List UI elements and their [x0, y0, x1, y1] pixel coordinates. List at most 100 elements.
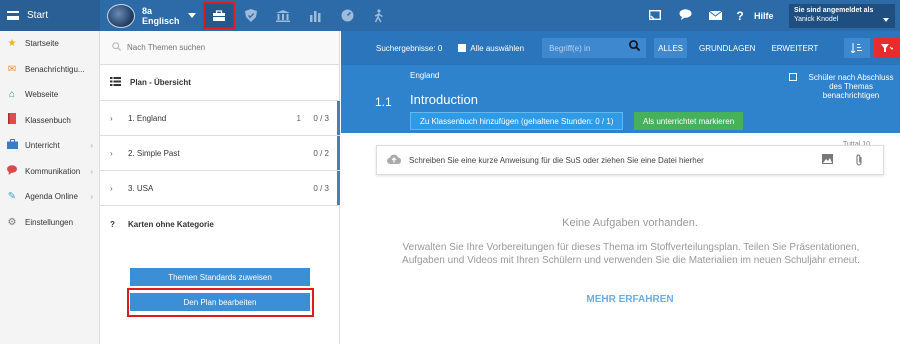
term-search-field[interactable]: Begriff(e) in [542, 38, 647, 58]
chevron-right-icon: › [110, 183, 113, 193]
sidebar-item-benachrichtigungen[interactable]: ✉ Benachrichtigu... [0, 57, 99, 83]
chat-icon[interactable] [670, 8, 700, 23]
chevron-right-icon: › [90, 192, 93, 202]
question-icon: ? [110, 219, 115, 229]
start-label: Start [27, 10, 49, 21]
class-subject: Englisch [142, 15, 180, 26]
notify-students[interactable]: Schüler nach Abschluss des Themas benach… [789, 73, 897, 100]
start-menu-button[interactable]: Start [0, 0, 100, 31]
sidebar-item-klassenbuch[interactable]: Klassenbuch [0, 108, 99, 134]
hamburger-icon[interactable] [7, 11, 19, 20]
topic-item[interactable]: › 2. Simple Past 0 / 2 [100, 136, 340, 171]
sidebar-item-unterricht[interactable]: Unterricht › [0, 133, 99, 159]
user-status: Sie sind angemeldet als [794, 7, 874, 14]
home-icon: ⌂ [8, 89, 16, 101]
topic-selected-indicator [337, 101, 340, 135]
empty-state-title: Keine Aufgaben vorhanden. [562, 217, 698, 229]
topic-label: 2. Simple Past [128, 148, 180, 158]
learn-more-link[interactable]: MEHR ERFAHREN [376, 294, 884, 305]
class-selector[interactable]: 8a Englisch [107, 3, 196, 28]
topic-title: Introduction [410, 92, 478, 107]
mail-icon: ✉ [7, 63, 17, 75]
user-name: Yanick Knodel [794, 16, 839, 23]
sidebar-item-startseite[interactable]: ★ Startseite [0, 31, 99, 57]
select-all-checkbox[interactable] [458, 44, 467, 52]
list-icon [110, 76, 121, 89]
image-icon[interactable] [822, 154, 833, 169]
term-search-placeholder: Begriff(e) in [549, 43, 591, 53]
filter-advanced[interactable]: ERWEITERT [767, 38, 822, 58]
notify-students-checkbox[interactable] [789, 73, 797, 81]
sidebar-item-label: Startseite [25, 39, 59, 49]
walk-icon[interactable] [363, 2, 395, 29]
sidebar-item-label: Webseite [25, 90, 59, 100]
building-icon[interactable] [267, 2, 299, 29]
sidebar-item-label: Benachrichtigu... [25, 64, 85, 74]
filter-basics[interactable]: GRUNDLAGEN [695, 38, 759, 58]
mark-as-taught-button[interactable]: Als unterrichtet markieren [634, 112, 744, 130]
add-to-classbook-button[interactable]: Zu Klassenbuch hinzufügen (gehaltene Stu… [410, 112, 624, 130]
sort-button[interactable] [844, 38, 870, 58]
filter-all[interactable]: ALLES [654, 38, 687, 58]
chevron-right-icon: › [90, 141, 93, 151]
mail-icon[interactable] [700, 9, 730, 23]
cards-without-category[interactable]: ? Karten ohne Kategorie [100, 206, 339, 242]
user-menu[interactable]: Sie sind angemeldet als Yanick Knodel [789, 4, 895, 28]
empty-state-description: Verwalten Sie Ihre Vorbereitungen für di… [402, 242, 860, 266]
no-category-label: Karten ohne Kategorie [128, 219, 214, 229]
top-bar: Start 8a Englisch ? Hilfe Sie sind angem… [0, 0, 900, 31]
topic-item[interactable]: › 3. USA 0 / 3 [100, 171, 340, 206]
topic-detail: Suchergebnisse: 0 Alle auswählen Begriff… [341, 31, 900, 344]
select-all-label: Alle auswählen [470, 43, 525, 53]
topic-progress: 0 / 3 [313, 183, 329, 193]
search-toolbar: Suchergebnisse: 0 Alle auswählen Begriff… [341, 31, 900, 65]
cast-icon[interactable] [640, 9, 670, 23]
help-icon[interactable]: ? [730, 9, 750, 23]
search-results-count: Suchergebnisse: 0 [376, 43, 443, 53]
theme-search-input[interactable] [127, 43, 307, 52]
topic-header: England 1.1 Introduction Zu Klassenbuch … [341, 65, 900, 133]
gear-icon: ⚙ [7, 216, 17, 228]
sidebar-item-label: Agenda Online [25, 192, 78, 202]
themes-panel: Plan - Übersicht › 1. England 1 0 / 3 › … [100, 31, 340, 344]
help-link[interactable]: Hilfe [754, 11, 774, 21]
assign-standards-button[interactable]: Themen Standards zuweisen [130, 268, 310, 286]
plan-overview-header[interactable]: Plan - Übersicht [100, 65, 339, 101]
sidebar-item-label: Klassenbuch [25, 115, 71, 125]
chevron-down-icon [883, 18, 889, 22]
shield-icon[interactable] [235, 2, 267, 29]
chart-icon[interactable] [299, 2, 331, 29]
sidebar-item-kommunikation[interactable]: Kommunikation › [0, 159, 99, 185]
class-avatar [107, 3, 135, 28]
sidebar-item-einstellungen[interactable]: ⚙ Einstellungen [0, 210, 99, 236]
select-all[interactable]: Alle auswählen [458, 44, 524, 53]
chevron-right-icon: › [110, 113, 113, 123]
edit-plan-button[interactable]: Den Plan bearbeiten [130, 293, 310, 311]
chat-icon [6, 165, 18, 178]
topic-number: 1.1 [375, 95, 392, 109]
search-icon [112, 42, 122, 53]
topic-count: 1 [296, 113, 301, 123]
topic-label: 3. USA [128, 183, 154, 193]
plan-overview-title: Plan - Übersicht [130, 78, 191, 87]
class-name: 8a [142, 5, 153, 16]
instruction-upload-box[interactable]: Schreiben Sie eine kurze Anweisung für d… [376, 145, 884, 175]
topic-selected-indicator [337, 171, 340, 205]
sidebar-item-label: Unterricht [25, 141, 60, 151]
sidebar-item-webseite[interactable]: ⌂ Webseite [0, 82, 99, 108]
briefcase-icon[interactable] [203, 2, 235, 29]
book-icon [6, 113, 18, 127]
theme-search [100, 31, 339, 65]
star-icon: ★ [7, 38, 17, 50]
sidebar-item-agenda-online[interactable]: ✎ Agenda Online › [0, 184, 99, 210]
gauge-icon[interactable] [331, 2, 363, 29]
topic-item[interactable]: › 1. England 1 0 / 3 [100, 101, 340, 136]
filter-funnel-button[interactable] [874, 38, 900, 58]
sidebar-item-label: Einstellungen [25, 217, 74, 227]
cloud-upload-icon [387, 154, 402, 167]
attachment-icon[interactable] [855, 154, 863, 169]
sidebar-item-label: Kommunikation [25, 166, 81, 176]
search-icon[interactable] [629, 40, 641, 54]
topic-progress: 0 / 2 [313, 148, 329, 158]
chevron-down-icon [187, 13, 196, 18]
